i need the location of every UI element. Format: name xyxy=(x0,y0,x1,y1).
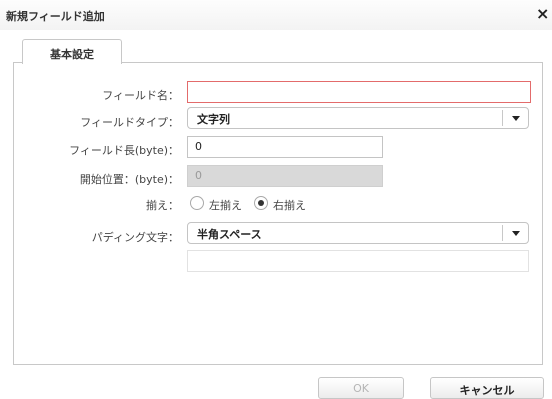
start-position-input: 0 xyxy=(187,165,383,187)
field-type-label: フィールドタイプ： xyxy=(80,116,179,129)
ok-button-label: OK xyxy=(353,382,369,395)
select-divider xyxy=(502,110,503,126)
field-length-input[interactable]: 0 xyxy=(187,136,383,158)
dialog-titlebar: 新規フィールド追加 × xyxy=(0,0,552,30)
field-type-select[interactable]: 文字列 xyxy=(187,107,529,129)
close-icon[interactable]: × xyxy=(536,4,549,23)
cancel-button-label: キャンセル xyxy=(459,384,515,397)
radio-align-left[interactable] xyxy=(190,196,204,210)
dialog-title: 新規フィールド追加 xyxy=(6,10,105,23)
field-length-value: 0 xyxy=(195,140,202,153)
padding-char-input[interactable] xyxy=(187,250,529,272)
field-length-label: フィールド長(byte)： xyxy=(69,144,179,157)
radio-align-right[interactable] xyxy=(254,196,268,210)
ok-button[interactable]: OK xyxy=(318,377,404,399)
chevron-down-icon xyxy=(512,116,520,121)
padding-char-select[interactable]: 半角スペース xyxy=(187,222,529,244)
select-divider xyxy=(502,225,503,241)
alignment-label: 揃え： xyxy=(146,199,179,212)
start-position-label: 開始位置：(byte)： xyxy=(79,173,179,186)
cancel-button[interactable]: キャンセル xyxy=(430,377,544,399)
padding-char-value: 半角スペース xyxy=(197,228,262,241)
padding-char-label: パディング文字： xyxy=(91,231,179,244)
radio-selected-dot xyxy=(258,200,264,206)
tab-label: 基本設定 xyxy=(50,48,94,61)
field-name-input[interactable] xyxy=(187,81,531,103)
chevron-down-icon xyxy=(512,231,520,236)
radio-align-left-label[interactable]: 左揃え xyxy=(209,197,242,213)
start-position-value: 0 xyxy=(195,169,202,182)
field-name-label: フィールド名： xyxy=(102,89,179,102)
tab-basic-settings[interactable]: 基本設定 xyxy=(22,39,122,64)
field-type-value: 文字列 xyxy=(197,113,230,126)
radio-align-right-label[interactable]: 右揃え xyxy=(273,197,306,213)
